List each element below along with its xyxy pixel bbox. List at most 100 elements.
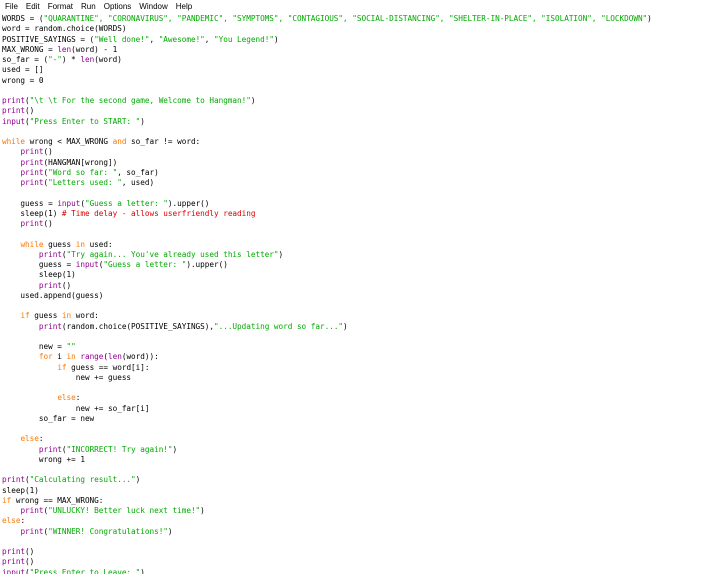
code-token bbox=[2, 219, 20, 228]
code-line: print() bbox=[2, 106, 721, 116]
code-token: "Press Enter to START: " bbox=[30, 117, 141, 126]
code-token: print bbox=[20, 158, 43, 167]
code-line bbox=[2, 465, 721, 475]
code-token: new += guess bbox=[2, 373, 131, 382]
code-line: print("Calculating result...") bbox=[2, 475, 721, 485]
code-line: print(HANGMAN[wrong]) bbox=[2, 158, 721, 168]
code-line: new += guess bbox=[2, 373, 721, 383]
code-token: wrong += 1 bbox=[2, 455, 85, 464]
code-line: input("Press Enter to START: ") bbox=[2, 117, 721, 127]
code-token: "Letters used: " bbox=[48, 178, 122, 187]
code-line: POSITIVE_SAYINGS = ("Well done!", "Aweso… bbox=[2, 35, 721, 45]
code-token: print bbox=[2, 475, 25, 484]
code-token: WORDS = ( bbox=[2, 14, 43, 23]
code-token: print bbox=[20, 178, 43, 187]
code-line bbox=[2, 188, 721, 198]
menu-bar: File Edit Format Run Options Window Help bbox=[0, 0, 721, 13]
code-editor[interactable]: WORDS = ("QUARANTINE", "CORONAVIRUS", "P… bbox=[0, 13, 721, 574]
code-token: "Guess a letter: " bbox=[85, 199, 168, 208]
code-token: else bbox=[2, 516, 20, 525]
menu-help[interactable]: Help bbox=[174, 2, 198, 11]
code-token: ).upper() bbox=[168, 199, 209, 208]
code-line: sleep(1) # Time delay - allows userfrien… bbox=[2, 209, 721, 219]
code-token: guess bbox=[43, 240, 75, 249]
code-token: (word) - 1 bbox=[71, 45, 117, 54]
code-token: (word) bbox=[94, 55, 122, 64]
code-token: else bbox=[20, 434, 38, 443]
code-line: MAX_WRONG = len(word) - 1 bbox=[2, 45, 721, 55]
code-token: : bbox=[20, 516, 25, 525]
code-token: () bbox=[25, 106, 34, 115]
code-token bbox=[2, 393, 57, 402]
code-line: print() bbox=[2, 557, 721, 567]
code-token: new = bbox=[2, 342, 67, 351]
code-token: "" bbox=[67, 342, 76, 351]
code-token: ) bbox=[173, 445, 178, 454]
code-line: so_far = ("-") * len(word) bbox=[2, 55, 721, 65]
code-token: guess = bbox=[2, 199, 57, 208]
code-line: while wrong < MAX_WRONG and so_far != wo… bbox=[2, 137, 721, 147]
code-token: if bbox=[57, 363, 66, 372]
code-line: guess = input("Guess a letter: ").upper(… bbox=[2, 260, 721, 270]
code-token: len bbox=[57, 45, 71, 54]
menu-format[interactable]: Format bbox=[46, 2, 79, 11]
code-line: print() bbox=[2, 547, 721, 557]
code-token: if bbox=[20, 311, 29, 320]
code-token: input bbox=[76, 260, 99, 269]
code-token: and bbox=[113, 137, 127, 146]
code-token: range bbox=[80, 352, 103, 361]
code-token: guess == word[i]: bbox=[67, 363, 150, 372]
code-line bbox=[2, 301, 721, 311]
code-token: len bbox=[108, 352, 122, 361]
code-line: sleep(1) bbox=[2, 486, 721, 496]
code-token: in bbox=[67, 352, 76, 361]
code-line bbox=[2, 537, 721, 547]
code-token: "Guess a letter: " bbox=[103, 260, 186, 269]
code-token: ).upper() bbox=[186, 260, 227, 269]
code-token: print bbox=[20, 168, 43, 177]
code-token: "-" bbox=[48, 55, 62, 64]
code-token: while bbox=[20, 240, 43, 249]
code-token: print bbox=[20, 219, 43, 228]
code-token: # Time delay - allows userfriendly readi… bbox=[62, 209, 256, 218]
code-token: "You Legend!" bbox=[214, 35, 274, 44]
code-line: else: bbox=[2, 393, 721, 403]
code-token: so_far != word: bbox=[126, 137, 200, 146]
code-token: print bbox=[2, 557, 25, 566]
code-token: while bbox=[2, 137, 25, 146]
code-line: print("INCORRECT! Try again!") bbox=[2, 445, 721, 455]
code-token: ) bbox=[140, 117, 145, 126]
menu-run[interactable]: Run bbox=[79, 2, 102, 11]
code-token: ) bbox=[168, 527, 173, 536]
menu-edit[interactable]: Edit bbox=[24, 2, 46, 11]
code-token: ) bbox=[343, 322, 348, 331]
code-token: "Well done!" bbox=[94, 35, 149, 44]
code-token: print bbox=[2, 106, 25, 115]
code-token bbox=[2, 434, 20, 443]
menu-file[interactable]: File bbox=[3, 2, 24, 11]
code-line: used = [] bbox=[2, 65, 721, 75]
code-token: in bbox=[62, 311, 71, 320]
code-token: for bbox=[39, 352, 53, 361]
code-token bbox=[2, 527, 20, 536]
code-token: () bbox=[62, 281, 71, 290]
code-token: , so_far) bbox=[117, 168, 158, 177]
code-token: ) bbox=[274, 35, 279, 44]
code-line: print("\t \t For the second game, Welcom… bbox=[2, 96, 721, 106]
code-token: () bbox=[25, 557, 34, 566]
code-token bbox=[2, 363, 57, 372]
code-token: sleep(1) bbox=[2, 486, 39, 495]
code-token: ) bbox=[279, 250, 284, 259]
code-token: ) * bbox=[62, 55, 80, 64]
code-token bbox=[2, 311, 20, 320]
code-line: print("Try again... You've already used … bbox=[2, 250, 721, 260]
menu-window[interactable]: Window bbox=[137, 2, 173, 11]
code-line: input("Press Enter to Leave: ") bbox=[2, 568, 721, 574]
code-token: print bbox=[20, 147, 43, 156]
code-token: used: bbox=[85, 240, 113, 249]
code-token bbox=[2, 168, 20, 177]
menu-options[interactable]: Options bbox=[102, 2, 138, 11]
code-token: () bbox=[25, 547, 34, 556]
code-token: ) bbox=[200, 506, 205, 515]
code-token: new += so_far[i] bbox=[2, 404, 149, 413]
